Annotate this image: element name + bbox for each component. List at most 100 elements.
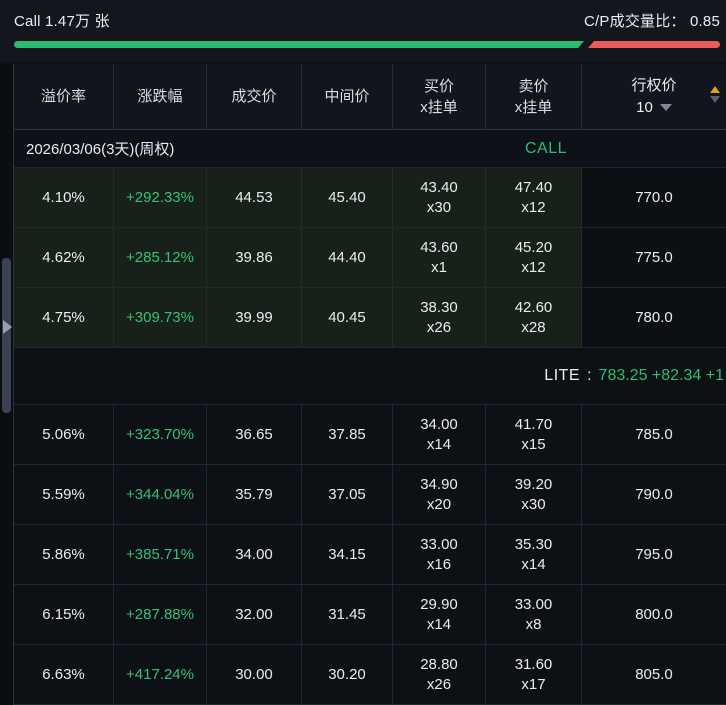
bid-cell[interactable]: 38.30 x26: [393, 288, 486, 347]
bid-cell[interactable]: 28.80 x26: [393, 645, 486, 704]
strike-cell[interactable]: 805.0: [582, 645, 726, 704]
change-pct-cell: +385.71%: [114, 525, 207, 584]
strike-cell[interactable]: 800.0: [582, 585, 726, 644]
table-header-row: 溢价率 涨跌幅 成交价 中间价 买价 x挂单 卖价 x挂单 行权价 10: [14, 64, 726, 130]
underlying-price-change: 783.25 +82.34 +1: [599, 367, 724, 385]
strike-header-label: 行权价: [631, 75, 676, 97]
premium-rate-cell: 6.15%: [14, 585, 114, 644]
ask-cell[interactable]: 35.30 x14: [486, 525, 582, 584]
last-price-cell: 34.00: [207, 525, 302, 584]
option-row[interactable]: 4.10% +292.33% 44.53 45.40 43.40 x30 47.…: [14, 168, 726, 228]
sort-toggle-icon[interactable]: [710, 86, 720, 103]
ask-price: 31.60: [515, 655, 553, 675]
ask-cell[interactable]: 31.60 x17: [486, 645, 582, 704]
bid-cell[interactable]: 34.90 x20: [393, 465, 486, 524]
ask-price: 45.20: [515, 238, 553, 258]
ask-price: 39.20: [515, 475, 553, 495]
header-label: 中间价: [324, 86, 369, 107]
call-volume-label: Call 1.47万 张: [14, 10, 110, 31]
mid-price-cell: 44.40: [302, 228, 393, 287]
ask-size: x12: [521, 258, 545, 278]
bid-size: x30: [427, 198, 451, 218]
ask-cell[interactable]: 42.60 x28: [486, 288, 582, 347]
strike-count-dropdown[interactable]: 10: [636, 97, 672, 119]
last-price-cell: 44.53: [207, 168, 302, 227]
premium-rate-cell: 6.63%: [14, 645, 114, 704]
strike-cell[interactable]: 790.0: [582, 465, 726, 524]
option-row[interactable]: 5.06% +323.70% 36.65 37.85 34.00 x14 41.…: [14, 405, 726, 465]
change-pct-cell: +309.73%: [114, 288, 207, 347]
option-row[interactable]: 6.15% +287.88% 32.00 31.45 29.90 x14 33.…: [14, 585, 726, 645]
header-last-price[interactable]: 成交价: [207, 64, 302, 129]
strike-cell[interactable]: 775.0: [582, 228, 726, 287]
header-mid-price[interactable]: 中间价: [302, 64, 393, 129]
bid-size: x14: [427, 615, 451, 635]
last-price-cell: 39.99: [207, 288, 302, 347]
call-put-ratio-bar: [14, 41, 720, 48]
cp-ratio-caption: C/P成交量比：: [584, 13, 686, 30]
call-put-summary-bar: Call 1.47万 张 C/P成交量比： 0.85: [0, 0, 726, 62]
mid-price-cell: 30.20: [302, 645, 393, 704]
scrollbar-thumb[interactable]: [2, 258, 11, 413]
premium-rate-cell: 5.86%: [14, 525, 114, 584]
change-pct-cell: +287.88%: [114, 585, 207, 644]
header-label: 买价: [424, 76, 454, 97]
underlying-symbol-label: LITE: [544, 367, 580, 385]
ask-cell[interactable]: 41.70 x15: [486, 405, 582, 464]
bid-size: x16: [427, 555, 451, 575]
header-bid-orders[interactable]: 买价 x挂单: [393, 64, 486, 129]
bid-size: x26: [427, 318, 451, 338]
ask-price: 35.30: [515, 535, 553, 555]
option-row[interactable]: 5.59% +344.04% 35.79 37.05 34.90 x20 39.…: [14, 465, 726, 525]
bid-size: x14: [427, 435, 451, 455]
header-strike-price[interactable]: 行权价 10: [582, 64, 726, 129]
strike-cell[interactable]: 770.0: [582, 168, 726, 227]
ask-cell[interactable]: 45.20 x12: [486, 228, 582, 287]
bid-price: 29.90: [420, 595, 458, 615]
option-row[interactable]: 6.63% +417.24% 30.00 30.20 28.80 x26 31.…: [14, 645, 726, 705]
option-row[interactable]: 5.86% +385.71% 34.00 34.15 33.00 x16 35.…: [14, 525, 726, 585]
mid-price-cell: 34.15: [302, 525, 393, 584]
header-ask-orders[interactable]: 卖价 x挂单: [486, 64, 582, 129]
bid-price: 38.30: [420, 298, 458, 318]
sort-desc-icon: [710, 96, 720, 103]
premium-rate-cell: 4.62%: [14, 228, 114, 287]
expiry-group-row[interactable]: 2026/03/06(3天)(周权) CALL: [14, 130, 726, 168]
premium-rate-cell: 5.06%: [14, 405, 114, 464]
mid-price-cell: 31.45: [302, 585, 393, 644]
ask-cell[interactable]: 47.40 x12: [486, 168, 582, 227]
header-label: 成交价: [231, 86, 276, 107]
bid-cell[interactable]: 34.00 x14: [393, 405, 486, 464]
itm-rows-group: 4.10% +292.33% 44.53 45.40 43.40 x30 47.…: [14, 168, 726, 348]
header-premium-rate[interactable]: 溢价率: [14, 64, 114, 129]
bid-cell[interactable]: 43.40 x30: [393, 168, 486, 227]
bid-cell[interactable]: 29.90 x14: [393, 585, 486, 644]
ask-size: x17: [521, 675, 545, 695]
ask-cell[interactable]: 33.00 x8: [486, 585, 582, 644]
underlying-quote-row[interactable]: LITE : 783.25 +82.34 +1: [14, 348, 726, 405]
strike-cell[interactable]: 780.0: [582, 288, 726, 347]
panel-expand-arrow-icon[interactable]: [3, 320, 12, 334]
ask-size: x14: [521, 555, 545, 575]
bid-price: 28.80: [420, 655, 458, 675]
underlying-colon: :: [587, 367, 591, 385]
left-scrollbar-rail: [0, 64, 13, 705]
bid-cell[interactable]: 43.60 x1: [393, 228, 486, 287]
mid-price-cell: 37.05: [302, 465, 393, 524]
last-price-cell: 30.00: [207, 645, 302, 704]
premium-rate-cell: 5.59%: [14, 465, 114, 524]
header-change-pct[interactable]: 涨跌幅: [114, 64, 207, 129]
change-pct-cell: +285.12%: [114, 228, 207, 287]
ask-cell[interactable]: 39.20 x30: [486, 465, 582, 524]
bid-price: 43.40: [420, 178, 458, 198]
cp-ratio-label: C/P成交量比： 0.85: [584, 10, 720, 31]
strike-cell[interactable]: 795.0: [582, 525, 726, 584]
option-row[interactable]: 4.62% +285.12% 39.86 44.40 43.60 x1 45.2…: [14, 228, 726, 288]
bid-cell[interactable]: 33.00 x16: [393, 525, 486, 584]
option-row[interactable]: 4.75% +309.73% 39.99 40.45 38.30 x26 42.…: [14, 288, 726, 348]
last-price-cell: 36.65: [207, 405, 302, 464]
expiry-date-label: 2026/03/06(3天)(周权): [14, 138, 174, 159]
strike-cell[interactable]: 785.0: [582, 405, 726, 464]
mid-price-cell: 40.45: [302, 288, 393, 347]
mid-price-cell: 37.85: [302, 405, 393, 464]
